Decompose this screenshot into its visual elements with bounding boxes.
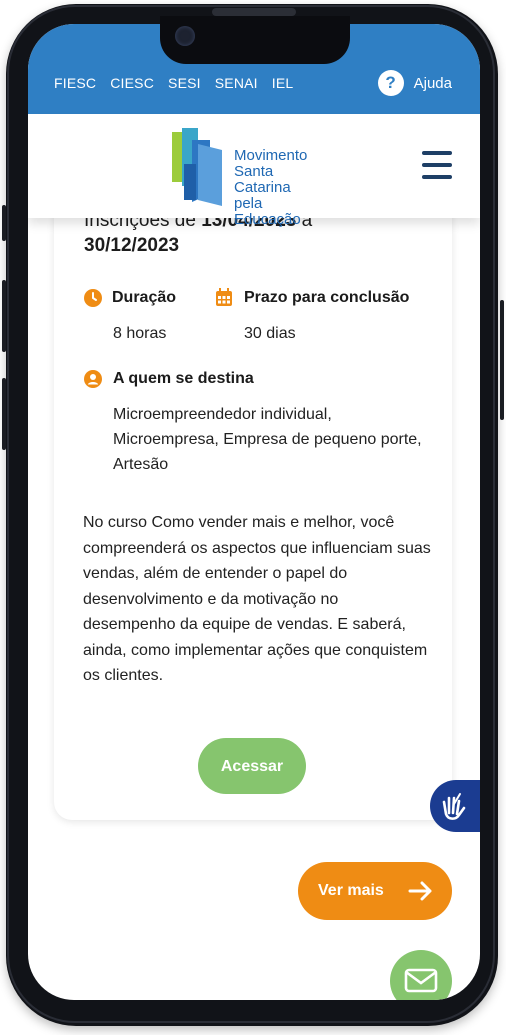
clock-icon [84,289,102,307]
front-camera [175,26,195,46]
help-link[interactable]: ? Ajuda [377,70,452,96]
logo-text: Movimento Santa Catarina pela Educação [234,147,308,228]
question-icon: ? [377,70,404,96]
sign-language-icon [442,793,466,820]
help-label: Ajuda [413,74,452,92]
logo-mark-icon [172,128,222,206]
duration-value: 8 horas [113,325,167,342]
partner-links: FIESC CIESC SESI SENAI IEL [54,75,307,91]
nav-link-senai[interactable]: SENAI [215,75,258,91]
arrow-right-icon [408,881,432,901]
contact-button[interactable] [390,950,452,1000]
audience-label: A quem se destina [113,370,254,387]
speaker-grille [212,8,296,16]
mute-switch [2,205,6,241]
accessibility-widget[interactable] [430,780,480,832]
see-more-button[interactable]: Ver mais [298,862,452,920]
course-description: No curso Como vender mais e melhor, você… [83,514,431,684]
deadline-value: 30 dias [244,325,296,342]
deadline-label: Prazo para conclusão [244,289,410,306]
volume-down-button [2,378,6,450]
power-button [500,300,504,420]
user-icon [84,370,102,388]
access-button[interactable]: Acessar [198,738,306,794]
nav-link-fiesc[interactable]: FIESC [54,75,96,91]
hamburger-icon[interactable] [422,151,452,179]
calendar-icon [216,288,232,306]
volume-up-button [2,280,6,352]
duration-label: Duração [112,289,177,306]
see-more-label: Ver mais [318,882,384,899]
site-logo[interactable]: Movimento Santa Catarina pela Educação [170,124,307,228]
site-header: Movimento Santa Catarina pela Educação [28,114,480,228]
mail-icon [404,968,438,993]
nav-link-ciesc[interactable]: CIESC [110,75,154,91]
audience-value: Microempreendedor individual, Microempre… [113,406,422,473]
nav-link-sesi[interactable]: SESI [168,75,201,91]
course-card [54,174,452,820]
nav-link-iel[interactable]: IEL [272,75,294,91]
screen: FIESC CIESC SESI SENAI IEL ? Ajuda Movim… [28,24,480,1000]
